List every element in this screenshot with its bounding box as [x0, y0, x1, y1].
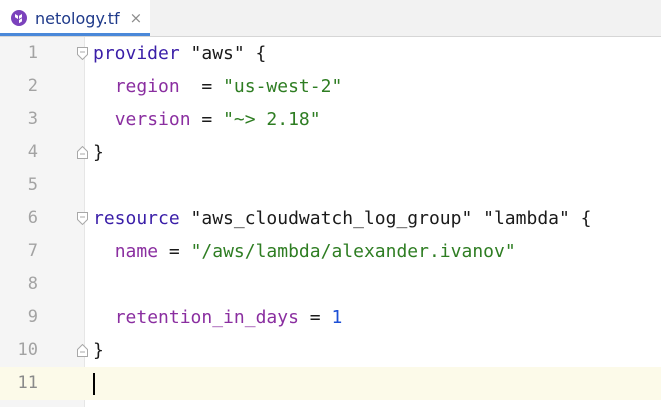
code-line[interactable]: 9 retention_in_days = 1 — [0, 301, 661, 334]
line-number: 10 — [17, 340, 38, 360]
terraform-icon — [10, 9, 28, 27]
fold-open-icon[interactable] — [77, 47, 88, 60]
code-line[interactable]: 5 — [0, 169, 661, 202]
code-token: = — [158, 241, 191, 262]
line-number: 6 — [27, 208, 38, 228]
line-number: 2 — [27, 76, 38, 96]
line-number: 7 — [27, 241, 38, 261]
code-token: "us-west-2" — [223, 76, 343, 97]
fold-close-icon[interactable] — [77, 146, 88, 159]
line-number: 5 — [27, 175, 38, 195]
code-token: name — [114, 241, 159, 262]
code-text: version = "~> 2.18" — [93, 103, 321, 136]
tab-netology-tf[interactable]: netology.tf × — [0, 0, 150, 36]
close-icon[interactable]: × — [130, 9, 143, 27]
code-token: region — [114, 76, 180, 97]
code-line[interactable]: 7 name = "/aws/lambda/alexander.ivanov" — [0, 235, 661, 268]
code-token: = — [190, 109, 224, 130]
code-token: } — [93, 340, 104, 361]
code-text: } — [93, 334, 104, 367]
code-text: } — [93, 136, 104, 169]
code-token: = — [179, 76, 224, 97]
editor-tab-bar: netology.tf × — [0, 0, 661, 37]
code-token: "aws_cloudwatch_log_group" "lambda" { — [179, 208, 592, 229]
code-token: retention_in_days — [114, 307, 299, 328]
code-token: resource — [93, 208, 180, 229]
code-line[interactable]: 3 version = "~> 2.18" — [0, 103, 661, 136]
code-token: "~> 2.18" — [223, 109, 321, 130]
code-text: retention_in_days = 1 — [93, 301, 343, 334]
code-line[interactable]: 6 resource "aws_cloudwatch_log_group" "la… — [0, 202, 661, 235]
line-number: 11 — [17, 373, 38, 393]
code-line[interactable]: 8 — [0, 268, 661, 301]
line-number: 1 — [27, 43, 38, 63]
code-token: "aws" { — [179, 43, 267, 64]
code-line[interactable]: 10} — [0, 334, 661, 367]
code-token: version — [114, 109, 191, 130]
code-token: "/aws/lambda/alexander.ivanov" — [190, 241, 516, 262]
code-line[interactable]: 4} — [0, 136, 661, 169]
fold-close-icon[interactable] — [77, 344, 88, 357]
line-number: 4 — [27, 142, 38, 162]
code-text: name = "/aws/lambda/alexander.ivanov" — [93, 235, 516, 268]
code-token: 1 — [331, 307, 343, 328]
code-token: provider — [93, 43, 180, 64]
active-tab-indicator — [0, 33, 150, 36]
code-token: } — [93, 142, 104, 163]
code-line[interactable]: 2 region = "us-west-2" — [0, 70, 661, 103]
text-caret — [93, 373, 95, 395]
code-text: resource "aws_cloudwatch_log_group" "lam… — [93, 202, 592, 235]
code-line[interactable]: 11 — [0, 367, 661, 400]
tab-label: netology.tf — [35, 8, 120, 28]
line-number: 9 — [27, 307, 38, 327]
code-token: = — [298, 307, 332, 328]
fold-open-icon[interactable] — [77, 212, 88, 225]
code-text: region = "us-west-2" — [93, 70, 343, 103]
code-text: provider "aws" { — [93, 37, 266, 70]
code-line[interactable]: 1 provider "aws" { — [0, 37, 661, 70]
code-editor[interactable]: 1 provider "aws" {2 region = "us-west-2" 3… — [0, 37, 661, 407]
line-number: 3 — [27, 109, 38, 129]
line-number: 8 — [27, 274, 38, 294]
